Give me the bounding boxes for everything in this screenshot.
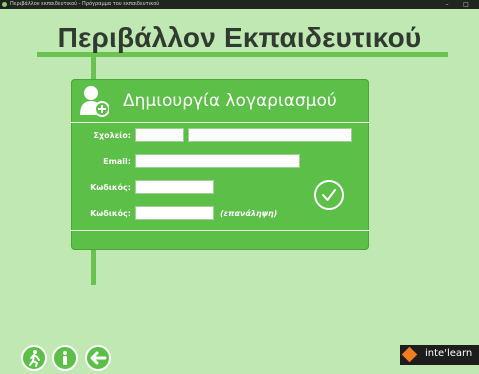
logo-diamond-icon [401,346,418,363]
back-button[interactable] [85,345,111,371]
back-arrow-icon [90,351,107,365]
password-confirm-input[interactable] [135,206,214,220]
exit-icon [29,350,40,367]
school-label: Σχολείο: [93,131,131,140]
decorative-line-left-upper [91,52,96,79]
interlearn-logo: inte'learn [400,345,479,365]
checkmark-icon [322,189,336,201]
confirm-button[interactable] [314,180,344,210]
logo-text: inte'learn [425,348,473,359]
create-account-dialog: Δημιουργία λογαριασμού Σχολείο: Email: Κ… [71,79,369,250]
password-label: Κωδικός: [90,183,131,192]
dialog-title: Δημιουργία λογαριασμού [123,91,337,111]
info-button[interactable] [52,345,78,371]
dialog-separator-top [71,122,369,123]
page-title: Περιβάλλον Εκπαιδευτικού [57,22,422,53]
decorative-line-left-lower [91,250,96,285]
school-name-input[interactable] [188,128,352,142]
dialog-separator-bottom [71,230,369,231]
dialog-header: Δημιουργία λογαριασμού [71,79,369,123]
school-code-input[interactable] [135,128,184,142]
password-input[interactable] [135,180,214,194]
add-user-icon [80,86,109,117]
email-label: Email: [103,157,131,166]
app-icon [2,2,7,7]
exit-button[interactable] [21,345,47,371]
maximize-button[interactable]: □ [461,0,471,9]
window-caption: Περιβάλλον εκπαιδευτικού - Πρόγραμμα του… [10,1,160,7]
password-confirm-label: Κωδικός: [90,209,131,218]
email-input[interactable] [135,154,300,168]
info-icon [63,351,67,365]
password-confirm-hint: (επανάληψη) [220,209,278,218]
window-titlebar: Περιβάλλον εκπαιδευτικού - Πρόγραμμα του… [0,0,479,9]
minimize-button[interactable]: – [442,0,452,9]
